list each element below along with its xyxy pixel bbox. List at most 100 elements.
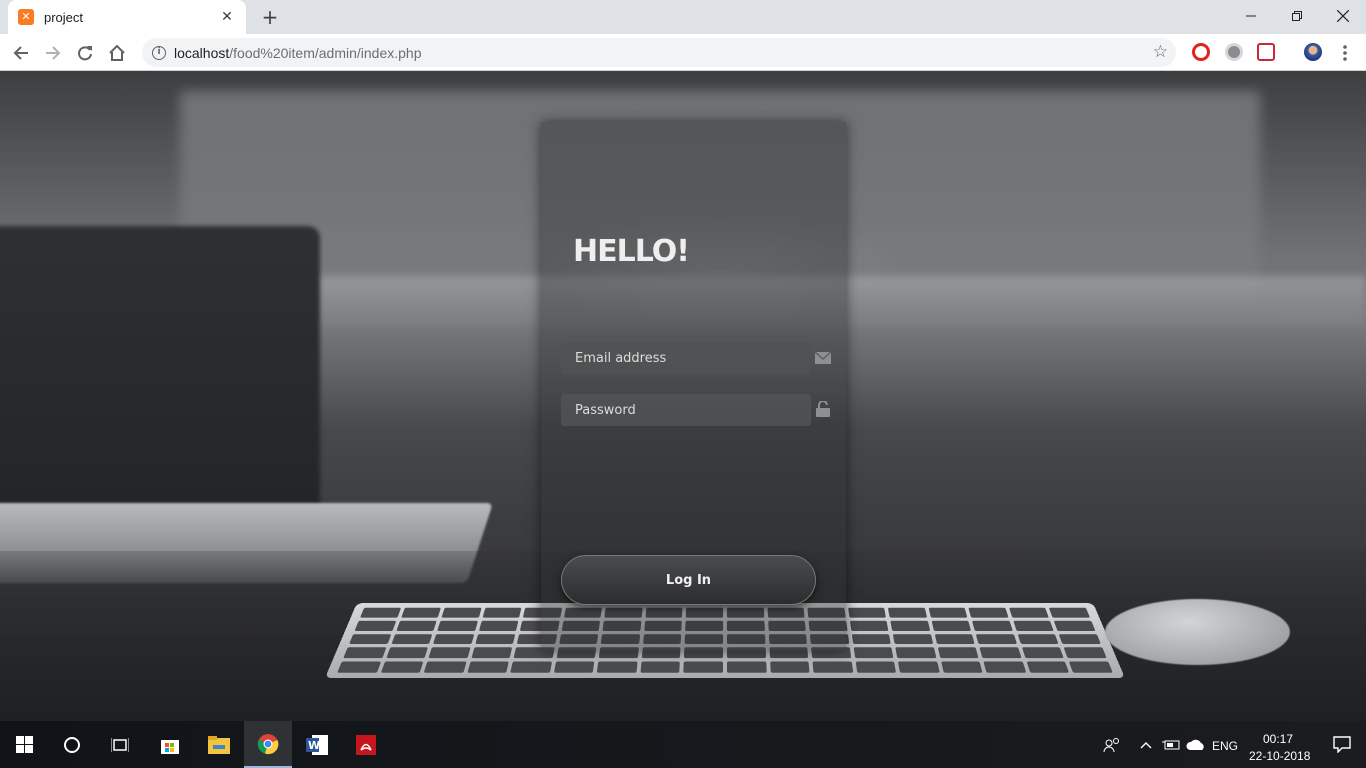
keyboard-key <box>851 633 892 645</box>
restore-button[interactable] <box>1274 0 1320 32</box>
keyboard-key <box>1069 661 1113 673</box>
keyboard-key <box>423 661 467 673</box>
keyboard-key <box>553 661 595 673</box>
task-view-icon[interactable] <box>96 721 144 768</box>
action-center-icon[interactable] <box>1318 721 1366 768</box>
keyboard-key <box>482 607 522 618</box>
profile-avatar-icon[interactable] <box>1304 43 1322 61</box>
word-icon[interactable]: W <box>293 721 341 768</box>
keyboard-key <box>853 647 894 659</box>
tray-chevron-icon <box>1140 741 1152 748</box>
pocket-icon[interactable] <box>1257 43 1275 61</box>
windows-start-icon[interactable] <box>0 721 48 768</box>
background-mouse <box>1105 599 1290 665</box>
password-field[interactable] <box>561 394 811 426</box>
tab-close-icon[interactable]: ✕ <box>218 9 236 25</box>
keyboard-key <box>1026 661 1070 673</box>
battery-icon[interactable] <box>1158 721 1184 768</box>
circle-icon <box>64 736 80 753</box>
keyboard-key <box>890 620 930 631</box>
svg-text:W: W <box>308 739 320 752</box>
keyboard-key <box>597 661 638 673</box>
login-button[interactable]: Log In <box>561 555 816 605</box>
keyboard-key <box>390 633 433 645</box>
keyboard-key <box>1021 647 1065 659</box>
home-icon <box>109 45 125 61</box>
xampp-favicon-icon: ✕ <box>18 9 34 25</box>
folder-icon <box>208 735 230 754</box>
forward-button[interactable] <box>40 40 66 66</box>
keyboard-key <box>441 607 482 618</box>
address-bar[interactable]: i localhost/food%20item/admin/index.php … <box>142 38 1176 67</box>
notification-bubble-icon <box>1333 736 1351 753</box>
back-button[interactable] <box>8 40 34 66</box>
chrome-icon[interactable] <box>244 721 292 768</box>
close-icon <box>1337 10 1349 22</box>
keyboard-key <box>849 620 889 631</box>
people-icon[interactable] <box>1088 721 1136 768</box>
cloud-icon <box>1186 739 1204 750</box>
clock-date[interactable]: 22-10-2018 <box>1249 749 1310 763</box>
keyboard-key <box>1054 620 1096 631</box>
keyboard-key <box>1059 633 1102 645</box>
keyboard-key <box>979 647 1022 659</box>
cortana-search-icon[interactable] <box>48 721 96 768</box>
email-field[interactable] <box>561 342 811 374</box>
onedrive-cloud-icon[interactable] <box>1183 721 1209 768</box>
keyboard-key <box>898 661 940 673</box>
url-path: /food%20item/admin/index.php <box>229 44 422 61</box>
login-panel: HELLO! Log In <box>541 122 846 651</box>
keyboard-key <box>892 633 934 645</box>
clock-time[interactable]: 00:17 <box>1263 732 1293 746</box>
close-window-button[interactable] <box>1320 0 1366 32</box>
keyboard-key <box>474 633 516 645</box>
reload-button[interactable] <box>72 40 98 66</box>
keyboard-key <box>1049 607 1090 618</box>
star-icon[interactable]: ☆ <box>1153 42 1168 62</box>
keyboard-key <box>432 633 475 645</box>
keyboard-key <box>928 607 968 618</box>
keyboard-key <box>380 661 424 673</box>
keyboard-key <box>471 647 513 659</box>
page-viewport: HELLO! Log In <box>0 71 1366 721</box>
browser-menu-button[interactable] <box>1332 40 1358 66</box>
browser-tab-bar: ✕ project ✕ + <box>0 0 1366 34</box>
minimize-button[interactable] <box>1228 0 1274 32</box>
window-controls <box>1228 0 1366 32</box>
keyboard-key <box>467 661 510 673</box>
language-indicator[interactable]: ENG <box>1212 739 1238 753</box>
keyboard-key <box>428 647 471 659</box>
info-icon[interactable]: i <box>152 45 166 60</box>
battery-glyph-icon <box>1162 740 1180 749</box>
minimize-icon <box>1246 15 1256 17</box>
store-icon[interactable] <box>146 721 194 768</box>
people-glyph-icon <box>1103 737 1119 752</box>
keyboard-key <box>968 607 1009 618</box>
keyboard-key <box>934 633 976 645</box>
keyboard-key <box>1064 647 1107 659</box>
keyboard-key <box>975 633 1018 645</box>
login-heading: HELLO! <box>573 234 690 269</box>
keyboard-key <box>1017 633 1060 645</box>
file-explorer-icon[interactable] <box>195 721 243 768</box>
windows-logo-icon <box>15 736 33 753</box>
keyboard-key <box>847 607 887 618</box>
keyboard-key <box>354 620 396 631</box>
keyboard-key <box>812 661 853 673</box>
keyboard-key <box>895 647 937 659</box>
extension-icon[interactable] <box>1225 43 1243 61</box>
word-logo-icon: W <box>306 734 328 755</box>
browser-tab[interactable]: ✕ project ✕ <box>8 0 246 34</box>
restore-icon <box>1292 11 1302 21</box>
opera-icon[interactable] <box>1192 43 1210 61</box>
keyboard-key <box>478 620 519 631</box>
keyboard-key <box>360 607 401 618</box>
new-tab-button[interactable]: + <box>258 5 282 29</box>
acrobat-logo-icon <box>356 734 376 755</box>
url-host: localhost <box>174 44 230 61</box>
home-button[interactable] <box>104 40 130 66</box>
task-view-glyph-icon <box>111 737 129 752</box>
chevron-up-icon[interactable] <box>1133 721 1159 768</box>
acrobat-icon[interactable] <box>342 721 390 768</box>
keyboard-key <box>437 620 478 631</box>
